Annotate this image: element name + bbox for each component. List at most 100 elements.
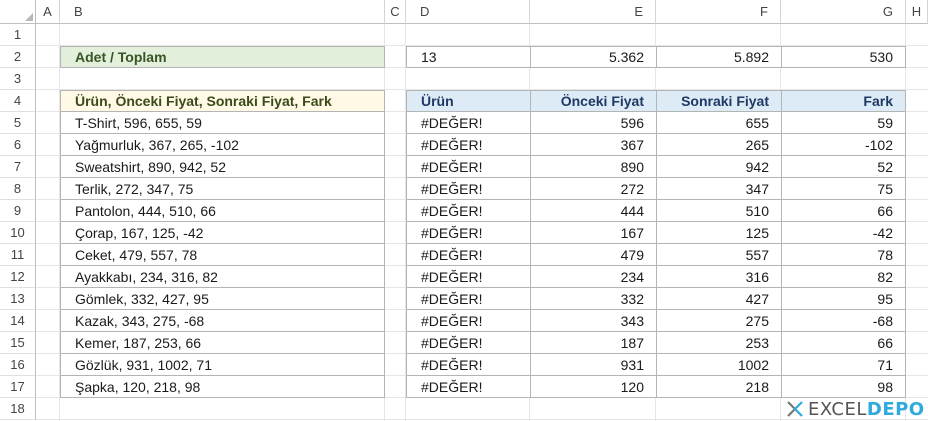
source-row-cell[interactable]: Sweatshirt, 890, 942, 52: [60, 156, 385, 178]
table-cell-number[interactable]: 272: [530, 178, 657, 200]
table-cell-number[interactable]: 479: [530, 244, 657, 266]
column-header-h[interactable]: H: [906, 0, 928, 24]
table-cell-number[interactable]: 332: [530, 288, 657, 310]
source-row-cell[interactable]: T-Shirt, 596, 655, 59: [60, 112, 385, 134]
table-cell-number[interactable]: 367: [530, 134, 657, 156]
summary-label-cell[interactable]: Adet / Toplam: [60, 46, 385, 68]
row-header-1[interactable]: 1: [0, 24, 36, 46]
table-cell-number[interactable]: 125: [656, 222, 782, 244]
row-header-13[interactable]: 13: [0, 288, 36, 310]
column-header-c[interactable]: C: [385, 0, 406, 24]
source-header-cell[interactable]: Ürün, Önceki Fiyat, Sonraki Fiyat, Fark: [60, 90, 385, 112]
table-cell-number[interactable]: 655: [656, 112, 782, 134]
source-row-cell[interactable]: Şapka, 120, 218, 98: [60, 376, 385, 398]
source-row-cell[interactable]: Kazak, 343, 275, -68: [60, 310, 385, 332]
table-cell-number[interactable]: 78: [781, 244, 906, 266]
table-cell-number[interactable]: 275: [656, 310, 782, 332]
table-cell-number[interactable]: 82: [781, 266, 906, 288]
source-row-cell[interactable]: Gözlük, 931, 1002, 71: [60, 354, 385, 376]
table-cell-number[interactable]: 167: [530, 222, 657, 244]
source-row-cell[interactable]: Terlik, 272, 347, 75: [60, 178, 385, 200]
row-header-6[interactable]: 6: [0, 134, 36, 156]
row-header-2[interactable]: 2: [0, 46, 36, 68]
table-cell-number[interactable]: 253: [656, 332, 782, 354]
row-header-17[interactable]: 17: [0, 376, 36, 398]
table-cell-number[interactable]: 75: [781, 178, 906, 200]
table-cell-number[interactable]: 596: [530, 112, 657, 134]
table-cell-number[interactable]: -102: [781, 134, 906, 156]
table-header-product[interactable]: Ürün: [406, 90, 531, 112]
table-cell-number[interactable]: 71: [781, 354, 906, 376]
source-row-cell[interactable]: Çorap, 167, 125, -42: [60, 222, 385, 244]
column-header-b[interactable]: B: [60, 0, 385, 24]
source-row-cell[interactable]: Gömlek, 332, 427, 95: [60, 288, 385, 310]
table-cell-product[interactable]: #DEĞER!: [406, 156, 531, 178]
column-header-f[interactable]: F: [656, 0, 781, 24]
table-cell-number[interactable]: 931: [530, 354, 657, 376]
table-header-prev-price[interactable]: Önceki Fiyat: [530, 90, 657, 112]
table-cell-product[interactable]: #DEĞER!: [406, 354, 531, 376]
table-cell-number[interactable]: -42: [781, 222, 906, 244]
select-all-corner[interactable]: [0, 0, 36, 24]
table-header-diff[interactable]: Fark: [781, 90, 906, 112]
table-cell-number[interactable]: 890: [530, 156, 657, 178]
table-cell-number[interactable]: 427: [656, 288, 782, 310]
source-row-cell[interactable]: Yağmurluk, 367, 265, -102: [60, 134, 385, 156]
spreadsheet-grid[interactable]: ABCDEFGH 1 2 3 4 5 6 7 8 9 10 11 12 13 14 15 16 17 18 Ade…: [0, 0, 928, 421]
row-header-9[interactable]: 9: [0, 200, 36, 222]
column-header-g[interactable]: G: [781, 0, 906, 24]
row-header-4[interactable]: 4: [0, 90, 36, 112]
table-cell-product[interactable]: #DEĞER!: [406, 178, 531, 200]
source-row-cell[interactable]: Ayakkabı, 234, 316, 82: [60, 266, 385, 288]
table-cell-number[interactable]: 557: [656, 244, 782, 266]
column-header-e[interactable]: E: [530, 0, 656, 24]
table-cell-product[interactable]: #DEĞER!: [406, 310, 531, 332]
table-cell-product[interactable]: #DEĞER!: [406, 244, 531, 266]
row-header-7[interactable]: 7: [0, 156, 36, 178]
source-row-cell[interactable]: Kemer, 187, 253, 66: [60, 332, 385, 354]
table-cell-number[interactable]: 942: [656, 156, 782, 178]
table-cell-product[interactable]: #DEĞER!: [406, 134, 531, 156]
source-row-cell[interactable]: Ceket, 479, 557, 78: [60, 244, 385, 266]
row-header-3[interactable]: 3: [0, 68, 36, 90]
table-cell-number[interactable]: 265: [656, 134, 782, 156]
table-cell-product[interactable]: #DEĞER!: [406, 112, 531, 134]
row-header-11[interactable]: 11: [0, 244, 36, 266]
table-cell-number[interactable]: 66: [781, 332, 906, 354]
summary-diff-total-cell[interactable]: 530: [781, 46, 906, 68]
table-cell-product[interactable]: #DEĞER!: [406, 200, 531, 222]
table-cell-number[interactable]: 187: [530, 332, 657, 354]
table-cell-number[interactable]: 1002: [656, 354, 782, 376]
summary-next-total-cell[interactable]: 5.892: [656, 46, 782, 68]
summary-prev-total-cell[interactable]: 5.362: [530, 46, 657, 68]
table-cell-product[interactable]: #DEĞER!: [406, 332, 531, 354]
row-header-15[interactable]: 15: [0, 332, 36, 354]
table-cell-number[interactable]: 510: [656, 200, 782, 222]
table-cell-number[interactable]: 444: [530, 200, 657, 222]
table-cell-product[interactable]: #DEĞER!: [406, 288, 531, 310]
table-cell-number[interactable]: 347: [656, 178, 782, 200]
table-cell-number[interactable]: 218: [656, 376, 782, 398]
source-row-cell[interactable]: Pantolon, 444, 510, 66: [60, 200, 385, 222]
row-header-10[interactable]: 10: [0, 222, 36, 244]
row-header-16[interactable]: 16: [0, 354, 36, 376]
table-cell-number[interactable]: 120: [530, 376, 657, 398]
table-cell-number[interactable]: 316: [656, 266, 782, 288]
row-header-14[interactable]: 14: [0, 310, 36, 332]
table-cell-product[interactable]: #DEĞER!: [406, 376, 531, 398]
table-header-next-price[interactable]: Sonraki Fiyat: [656, 90, 782, 112]
row-header-12[interactable]: 12: [0, 266, 36, 288]
table-cell-product[interactable]: #DEĞER!: [406, 266, 531, 288]
column-header-a[interactable]: A: [36, 0, 60, 24]
table-cell-number[interactable]: 59: [781, 112, 906, 134]
table-cell-number[interactable]: 98: [781, 376, 906, 398]
table-cell-number[interactable]: 66: [781, 200, 906, 222]
table-cell-number[interactable]: -68: [781, 310, 906, 332]
column-header-d[interactable]: D: [406, 0, 530, 24]
table-cell-product[interactable]: #DEĞER!: [406, 222, 531, 244]
table-cell-number[interactable]: 343: [530, 310, 657, 332]
table-cell-number[interactable]: 95: [781, 288, 906, 310]
table-cell-number[interactable]: 234: [530, 266, 657, 288]
row-header-18[interactable]: 18: [0, 398, 36, 420]
summary-count-cell[interactable]: 13: [406, 46, 531, 68]
